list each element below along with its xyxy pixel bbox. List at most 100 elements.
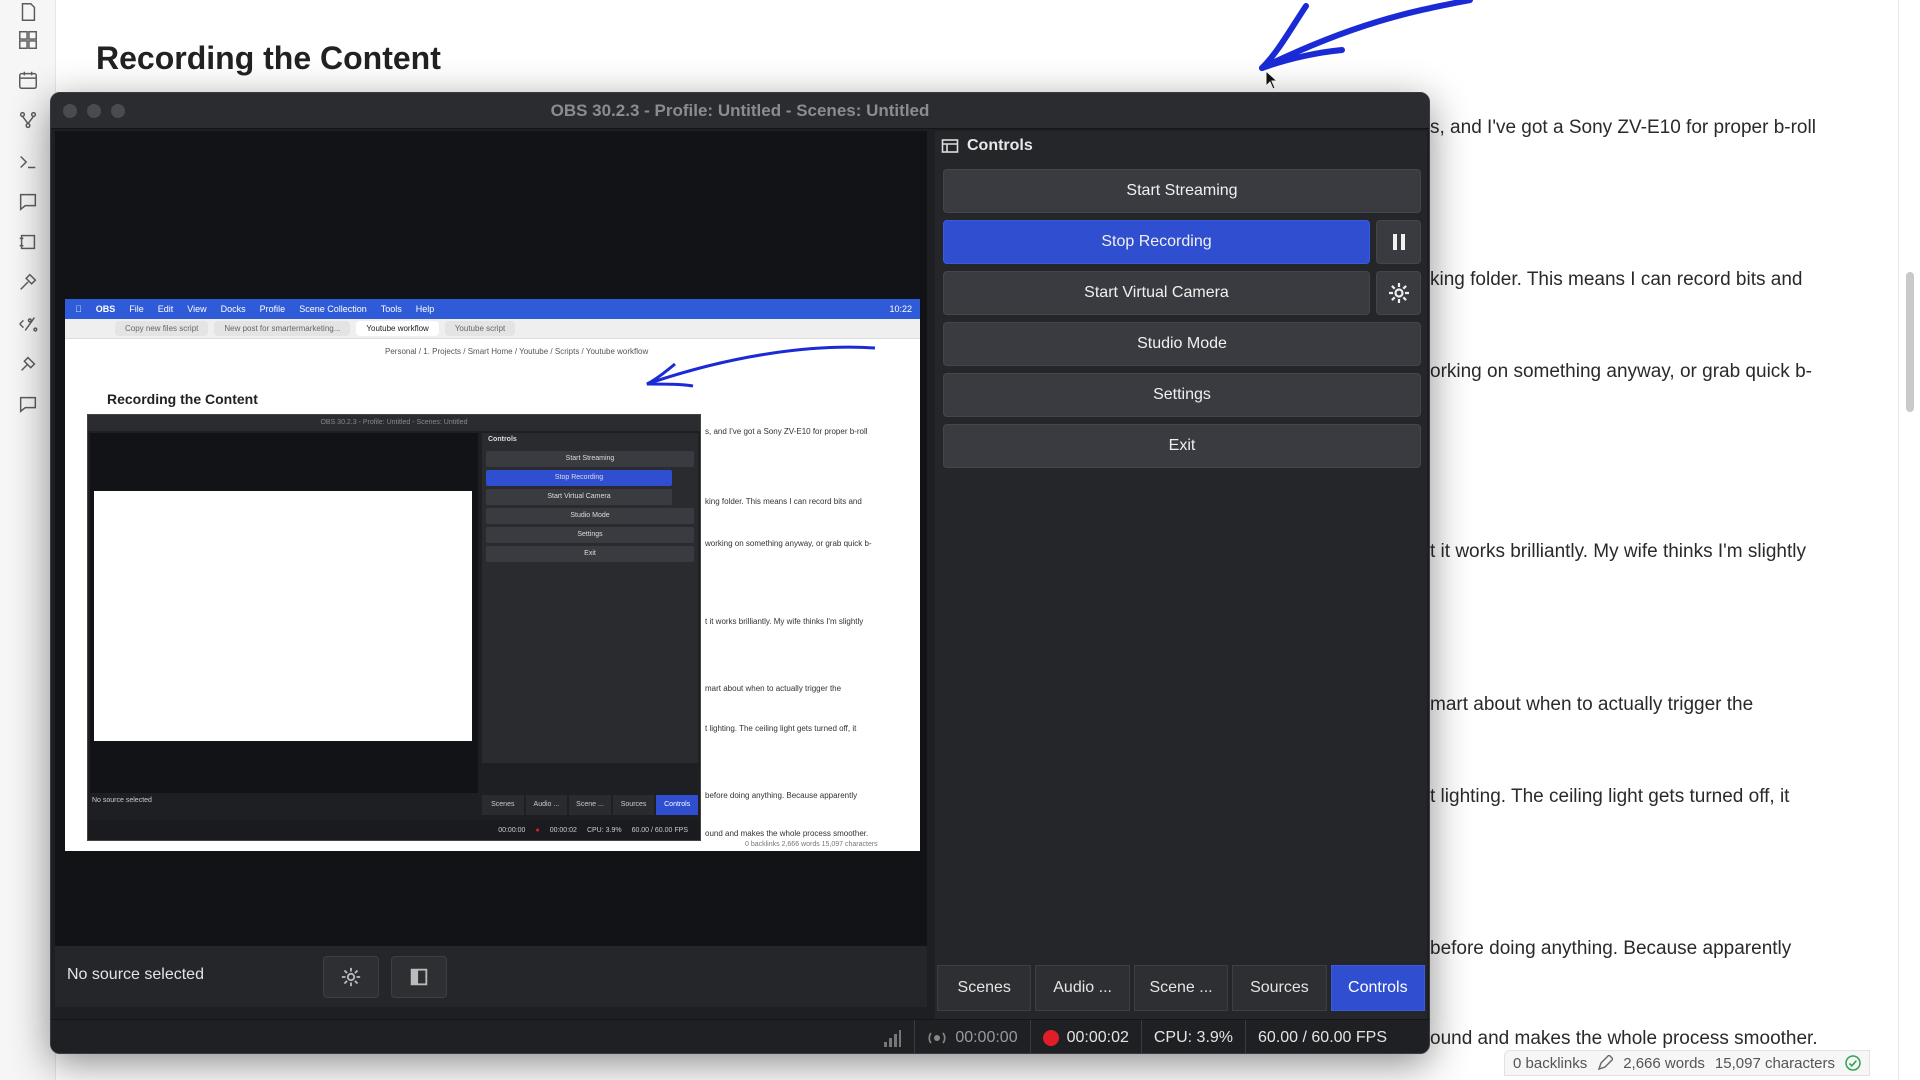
right-gutter bbox=[1898, 0, 1920, 1080]
pause-recording-button[interactable] bbox=[1376, 220, 1421, 264]
pause-icon bbox=[1392, 234, 1405, 250]
nested-text-line: t lighting. The ceiling light gets turne… bbox=[705, 724, 857, 733]
nested-menu-item: Help bbox=[409, 304, 435, 314]
settings-button[interactable]: Settings bbox=[943, 373, 1421, 417]
nested-obs-controls: Controls Start Streaming Stop Recording … bbox=[482, 433, 698, 763]
nested-menu-item: Scene Collection bbox=[292, 304, 367, 314]
left-ribbon bbox=[0, 0, 56, 1080]
scrollbar-thumb[interactable] bbox=[1906, 272, 1914, 412]
filter-icon bbox=[410, 968, 428, 986]
nested-dock-tab: Scenes bbox=[482, 795, 524, 815]
nested-text-line: ound and makes the whole process smoothe… bbox=[705, 829, 869, 838]
calendar-icon[interactable] bbox=[16, 68, 40, 92]
nested-menu-item: File bbox=[122, 304, 144, 314]
signal-bars-icon bbox=[884, 1029, 902, 1047]
tab-controls[interactable]: Controls bbox=[1330, 965, 1426, 1011]
chat-icon[interactable] bbox=[16, 190, 40, 214]
tab-audio-mixer[interactable]: Audio ... bbox=[1035, 965, 1130, 1011]
graph-icon[interactable] bbox=[16, 108, 40, 132]
note-line: t it works brilliantly. My wife thinks I… bbox=[1430, 541, 1806, 562]
recording-time: 00:00:02 bbox=[1066, 1028, 1129, 1046]
obs-preview[interactable]:  OBS File Edit View Docks Profile Scene… bbox=[55, 131, 927, 945]
nested-btn: Start Virtual Camera bbox=[486, 489, 672, 505]
virtual-camera-settings-button[interactable] bbox=[1376, 271, 1421, 315]
recording-status: 00:00:02 bbox=[1029, 1020, 1141, 1053]
nested-dock-tabs: Scenes Audio ... Scene ... Sources Contr… bbox=[482, 795, 698, 815]
controls-dock-header[interactable]: Controls bbox=[935, 131, 1427, 161]
start-virtual-camera-button[interactable]: Start Virtual Camera bbox=[943, 271, 1370, 315]
desktop: Recording the Content s, and I've got a … bbox=[0, 0, 1920, 1080]
percent-icon[interactable] bbox=[16, 312, 40, 336]
zoom-window-button[interactable] bbox=[111, 104, 125, 118]
nested-text-line: mart about when to actually trigger the bbox=[705, 684, 842, 693]
source-properties-button[interactable] bbox=[323, 956, 379, 998]
nested-tab: New post for smartermarketing... bbox=[214, 321, 351, 336]
note-line: orking on something anyway, or grab quic… bbox=[1430, 361, 1812, 382]
nested-dock-tab: Scene ... bbox=[569, 795, 611, 815]
note-line: before doing anything. Because apparentl… bbox=[1430, 938, 1792, 959]
layout-icon[interactable] bbox=[16, 28, 40, 52]
tools-icon[interactable] bbox=[16, 270, 40, 294]
note-line: s, and I've got a Sony ZV-E10 for proper… bbox=[1430, 117, 1816, 138]
tab-scenes[interactable]: Scenes bbox=[937, 965, 1032, 1011]
sync-check-icon[interactable] bbox=[1845, 1055, 1861, 1071]
character-count: 15,097 characters bbox=[1714, 1054, 1835, 1072]
nested-btn: Stop Recording bbox=[486, 470, 672, 486]
note-title: Recording the Content bbox=[96, 40, 441, 76]
tab-sources[interactable]: Sources bbox=[1232, 965, 1327, 1011]
nested-obs-window: OBS 30.2.3 - Profile: Untitled - Scenes:… bbox=[87, 414, 701, 841]
studio-mode-button[interactable]: Studio Mode bbox=[943, 322, 1421, 366]
annotation-arrow bbox=[1259, 0, 1473, 71]
pencil-icon[interactable] bbox=[1597, 1055, 1614, 1071]
tab-scene-transitions[interactable]: Scene ... bbox=[1133, 965, 1229, 1011]
source-filters-button[interactable] bbox=[391, 956, 447, 998]
nested-dock-tab: Audio ... bbox=[525, 795, 568, 815]
close-window-button[interactable] bbox=[63, 104, 77, 118]
record-dot-icon bbox=[1042, 1029, 1059, 1046]
nested-footer: 0 backlinks 2,666 words 15,097 character… bbox=[745, 841, 878, 848]
file-icon[interactable] bbox=[16, 0, 40, 24]
nested-menu-item: View bbox=[180, 304, 206, 314]
stream-time: 00:00:00 bbox=[955, 1028, 1018, 1046]
exit-button[interactable]: Exit bbox=[943, 424, 1421, 468]
command-icon[interactable] bbox=[16, 352, 40, 376]
nested-btn: Start Streaming bbox=[486, 451, 694, 467]
nested-text-line: t it works brilliantly. My wife thinks I… bbox=[705, 617, 864, 626]
start-streaming-button[interactable]: Start Streaming bbox=[943, 169, 1421, 213]
nested-text-line: s, and I've got a Sony ZV-E10 for proper… bbox=[705, 427, 868, 436]
note-line: t lighting. The ceiling light gets turne… bbox=[1430, 786, 1790, 807]
canvas-icon[interactable] bbox=[16, 230, 40, 254]
minimize-window-button[interactable] bbox=[87, 104, 101, 118]
stream-status: 00:00:00 bbox=[914, 1020, 1029, 1053]
comment-icon[interactable] bbox=[16, 392, 40, 416]
dock-tabs: Scenes Audio ... Scene ... Sources Contr… bbox=[935, 965, 1427, 1011]
nested-menu-item: OBS bbox=[89, 304, 116, 314]
nested-status-item: 00:00:00 bbox=[498, 826, 526, 834]
controls-dock: Controls Start Streaming Stop Recording … bbox=[935, 131, 1427, 1047]
terminal-icon[interactable] bbox=[16, 150, 40, 174]
nested-menu-item: Tools bbox=[373, 304, 402, 314]
nested-status-item: 00:00:02 bbox=[549, 826, 577, 834]
mouse-cursor bbox=[1265, 70, 1279, 90]
nested-menu-item: Docks bbox=[213, 304, 246, 314]
broadcast-icon bbox=[928, 1032, 946, 1043]
nested-breadcrumb: Personal / 1. Projects / Smart Home / Yo… bbox=[385, 347, 649, 356]
nested-menubar:  OBS File Edit View Docks Profile Scene… bbox=[65, 299, 920, 319]
word-count: 2,666 words bbox=[1623, 1054, 1705, 1072]
note-line: ound and makes the whole process smoothe… bbox=[1430, 1028, 1818, 1049]
nested-btn: Settings bbox=[486, 527, 694, 543]
cpu-usage: CPU: 3.9% bbox=[1140, 1020, 1245, 1053]
nested-status-bar: 00:00:00 ● 00:00:02 CPU: 3.9% 60.00 / 60.… bbox=[88, 820, 700, 840]
source-toolbar: No source selected bbox=[55, 945, 927, 1007]
backlinks-count[interactable]: 0 backlinks bbox=[1513, 1055, 1587, 1072]
gear-icon bbox=[1388, 283, 1409, 303]
fps-readout: 60.00 / 60.00 FPS bbox=[1245, 1020, 1399, 1053]
gear-icon bbox=[341, 967, 361, 987]
nested-obs-recursive-capture bbox=[94, 491, 472, 741]
obs-titlebar[interactable]: OBS 30.2.3 - Profile: Untitled - Scenes:… bbox=[51, 93, 1429, 129]
obs-window-title: OBS 30.2.3 - Profile: Untitled - Scenes:… bbox=[550, 100, 930, 120]
stop-recording-button[interactable]: Stop Recording bbox=[943, 220, 1370, 264]
nested-status-item: 60.00 / 60.00 FPS bbox=[631, 826, 688, 834]
nested-dock-tab: Sources bbox=[612, 795, 655, 815]
controls-dock-title: Controls bbox=[967, 137, 1033, 154]
